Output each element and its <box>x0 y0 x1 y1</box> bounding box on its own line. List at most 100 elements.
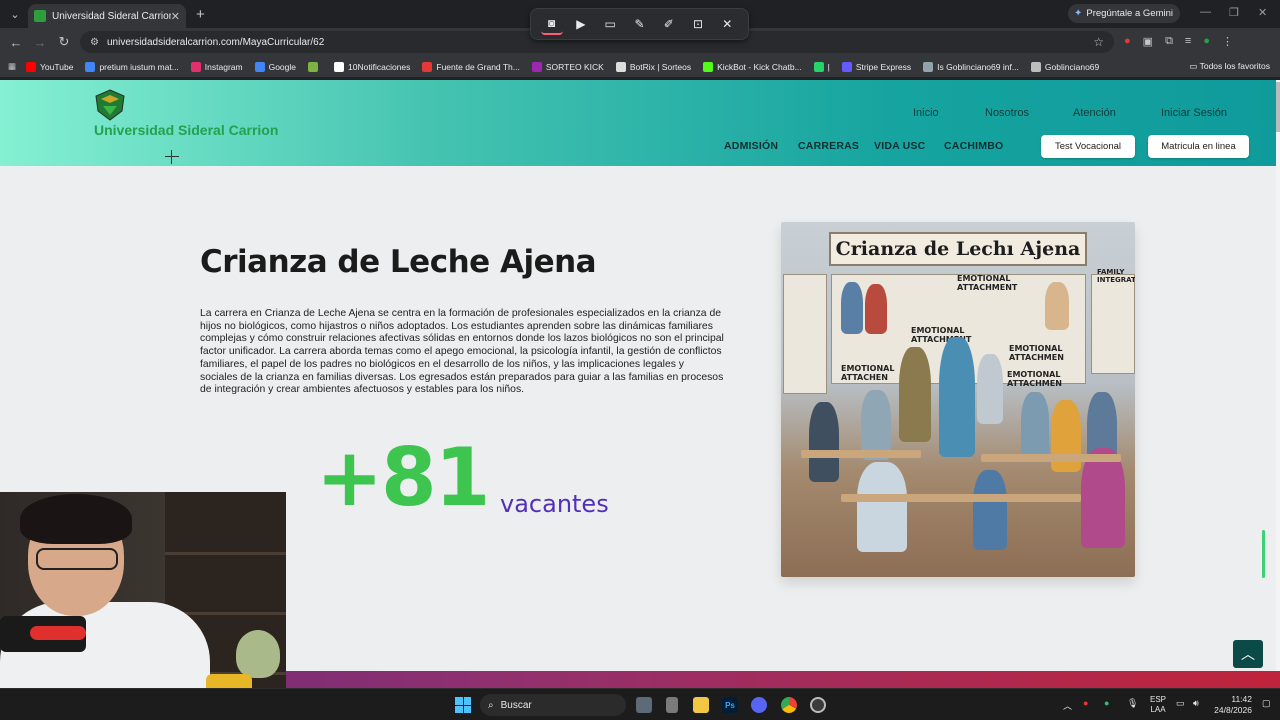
nav-carreras[interactable]: CARRERAS <box>798 140 859 152</box>
career-description: La carrera en Crianza de Leche Ajena se … <box>200 308 724 396</box>
nav-iniciar-sesion[interactable]: Iniciar Sesión <box>1161 107 1227 119</box>
extension-icon[interactable]: ● <box>1124 35 1131 48</box>
windows-taskbar: ⌕ Buscar Ps ︿ ● ● 🎙︎ ESP LAA ▭ 🔊︎ 11:42 24/… <box>0 688 1280 720</box>
notification-icon[interactable]: ▢ <box>1262 698 1271 709</box>
tray-app-icon[interactable]: ● <box>1083 698 1088 708</box>
video-icon[interactable]: ▶ <box>570 13 592 35</box>
webcam-overlay <box>0 492 286 720</box>
bookmark-favicon-icon <box>190 61 201 72</box>
back-icon[interactable]: ← <box>4 35 28 50</box>
tray-overflow-icon[interactable]: ︿ <box>1063 699 1072 712</box>
matricula-button[interactable]: Matricula en linea <box>1148 135 1249 158</box>
nav-cachimbo[interactable]: CACHIMBO <box>944 140 1003 152</box>
bookmark-star-icon[interactable]: ☆ <box>1093 35 1104 49</box>
bookmark-label: pretium iustum mat... <box>99 61 179 72</box>
windows-start-icon[interactable] <box>455 697 471 713</box>
bookmark-item[interactable]: BotRix | Sorteos <box>615 61 691 72</box>
close-window-icon[interactable]: ✕ <box>1258 6 1267 19</box>
bookmark-item[interactable]: | <box>813 61 830 72</box>
bookmark-item[interactable]: 10Notificaciones <box>334 61 411 72</box>
bookmark-item[interactable]: Goblinciano69 <box>1030 61 1099 72</box>
illustration-title: Crianza de Lechı Ajena <box>829 232 1087 266</box>
scrollbar-thumb[interactable] <box>1276 82 1280 132</box>
widget-icon[interactable] <box>666 697 678 713</box>
bookmark-item[interactable]: KickBot - Kick Chatb... <box>703 61 802 72</box>
text-extract-icon[interactable]: ⊡ <box>687 13 709 35</box>
illustration-figure <box>1081 448 1125 548</box>
task-view-icon[interactable] <box>636 697 652 713</box>
file-explorer-icon[interactable] <box>693 697 709 713</box>
language-code: ESP <box>1150 695 1167 704</box>
extension-icon[interactable]: ▣ <box>1143 35 1153 48</box>
tab-search-icon[interactable]: ⌄ <box>4 3 26 25</box>
webcam-microphone <box>0 616 86 652</box>
reading-list-icon[interactable]: ≡ <box>1185 35 1191 48</box>
university-shield-icon[interactable] <box>95 89 125 121</box>
crosshair-cursor-icon <box>165 150 179 164</box>
minimize-icon[interactable]: — <box>1200 6 1211 18</box>
profile-avatar-icon[interactable]: ● <box>1203 35 1210 48</box>
illustration-figure <box>809 402 839 482</box>
close-capture-icon[interactable]: ✕ <box>716 13 738 35</box>
browser-tab[interactable]: Universidad Sideral Carrion ✕ <box>28 4 186 28</box>
apps-grid-icon[interactable]: ▦ <box>8 61 16 72</box>
bookmark-label: SORTEO KICK <box>545 61 604 72</box>
bookmark-favicon-icon <box>531 61 542 72</box>
illustration-note: EMOTIONAL ATTACHMEN <box>1007 370 1062 388</box>
bookmark-label: 10Notificaciones <box>348 61 411 72</box>
network-icon[interactable]: ▭ <box>1176 698 1185 709</box>
microphone-icon[interactable]: 🎙︎ <box>1127 698 1138 709</box>
tab-close-icon[interactable]: ✕ <box>171 10 180 23</box>
nav-inicio[interactable]: Inicio <box>913 107 939 119</box>
gemini-label: Pregúntale a Gemini <box>1086 8 1173 19</box>
pen-icon[interactable]: ✐ <box>658 13 680 35</box>
webcam-toy-figure <box>236 630 280 678</box>
bookmark-item[interactable]: pretium iustum mat... <box>85 61 179 72</box>
site-info-icon[interactable]: ⚙ <box>90 37 99 48</box>
taskbar-clock[interactable]: 11:42 24/8/2026 <box>1208 694 1252 716</box>
nav-atencion[interactable]: Atención <box>1073 107 1116 119</box>
taskbar-search[interactable]: ⌕ Buscar <box>480 694 626 716</box>
webcam-person-glasses <box>36 548 118 570</box>
extensions-puzzle-icon[interactable]: ⧉ <box>1165 35 1173 48</box>
gemini-button[interactable]: ✦ Pregúntale a Gemini <box>1068 4 1180 23</box>
app-icon[interactable] <box>810 697 826 713</box>
discord-icon[interactable] <box>751 697 767 713</box>
bookmark-label: Instagram <box>204 61 243 72</box>
all-bookmarks[interactable]: ▭ Todos los favoritos <box>1189 61 1270 72</box>
forward-icon[interactable]: → <box>28 35 52 50</box>
illustration-figure <box>1045 282 1069 330</box>
tray-app-icon[interactable]: ● <box>1104 698 1109 708</box>
new-tab-icon[interactable]: + <box>196 6 205 23</box>
photoshop-icon[interactable]: Ps <box>722 697 738 713</box>
bookmark-item[interactable]: Stripe Express <box>841 61 911 72</box>
reload-icon[interactable]: ↻ <box>52 34 76 50</box>
bookmark-item[interactable]: Fuente de Grand Th... <box>422 61 520 72</box>
career-illustration: Crianza de Lechı Ajena EMOTIONAL ATTACHM… <box>781 222 1135 577</box>
page-scrollbar[interactable] <box>1276 80 1280 688</box>
camera-icon[interactable]: ◙ <box>540 13 563 35</box>
bookmark-item[interactable]: YouTube <box>26 61 73 72</box>
bookmark-item[interactable]: Google <box>254 61 296 72</box>
illustration-table <box>981 454 1121 462</box>
bookmark-item[interactable]: Instagram <box>190 61 243 72</box>
chrome-icon[interactable] <box>781 697 797 713</box>
language-indicator[interactable]: ESP LAA <box>1150 695 1166 715</box>
nav-nosotros[interactable]: Nosotros <box>985 107 1029 119</box>
test-vocacional-button[interactable]: Test Vocacional <box>1041 135 1135 158</box>
rect-select-icon[interactable]: ▭ <box>599 13 621 35</box>
nav-vida-usc[interactable]: VIDA USC <box>874 140 925 152</box>
bookmark-item[interactable]: SORTEO KICK <box>531 61 604 72</box>
bookmark-item[interactable]: Is Goblinciano69 inf... <box>923 61 1019 72</box>
volume-icon[interactable]: 🔊︎ <box>1193 698 1199 709</box>
scroll-to-top-button[interactable]: ︿ <box>1233 640 1263 668</box>
illustration-board <box>1091 274 1135 374</box>
nav-admision[interactable]: ADMISIÓN <box>724 140 778 152</box>
bookmark-favicon-icon <box>254 61 265 72</box>
bookmark-label: KickBot - Kick Chatb... <box>717 61 802 72</box>
edit-icon[interactable]: ✎ <box>628 13 650 35</box>
restore-icon[interactable]: ❐ <box>1229 6 1239 19</box>
menu-icon[interactable]: ⋮ <box>1222 35 1233 48</box>
bookmark-item[interactable] <box>308 61 322 72</box>
site-logo-text[interactable]: Universidad Sideral Carrion <box>94 122 278 138</box>
